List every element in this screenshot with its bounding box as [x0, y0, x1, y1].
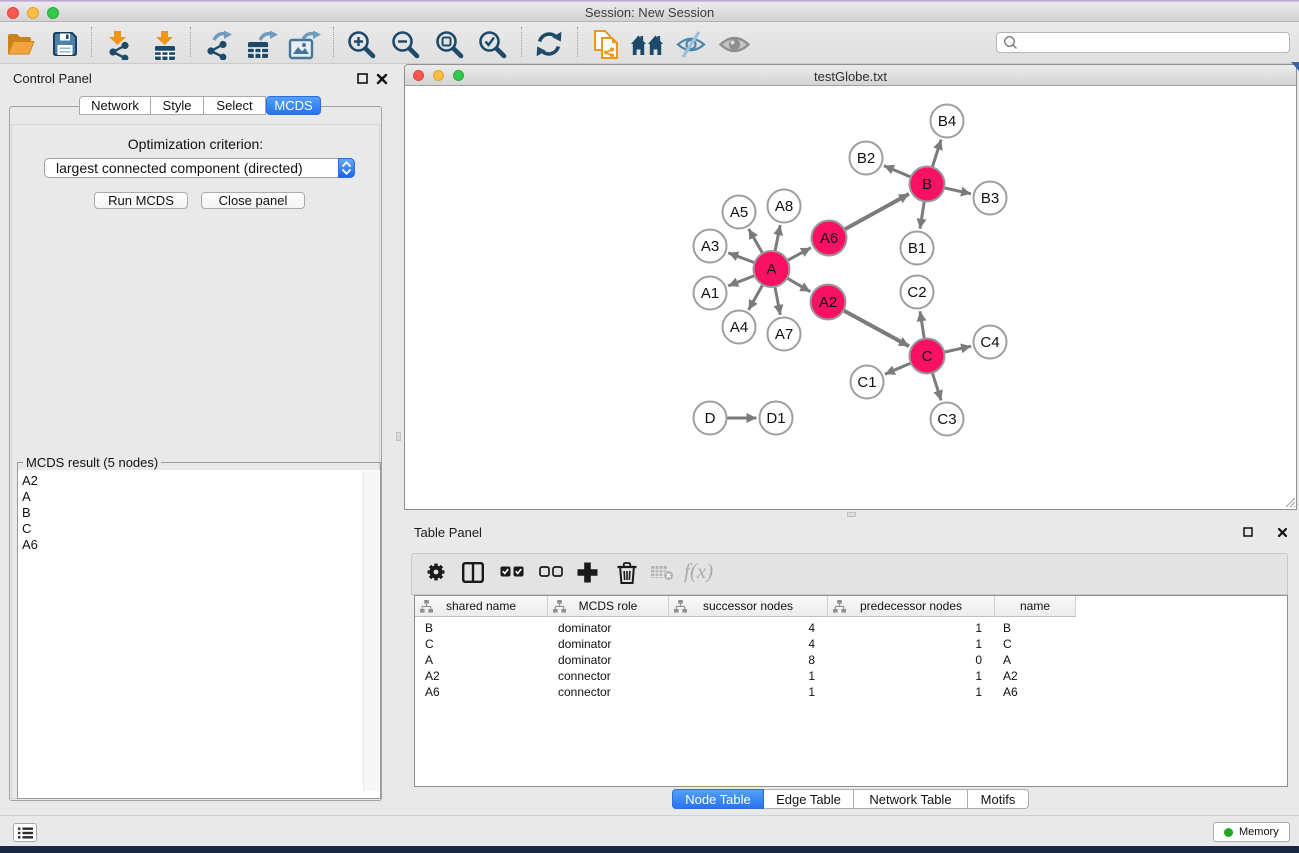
svg-text:A6: A6 — [820, 230, 838, 247]
svg-text:A3: A3 — [701, 238, 719, 255]
svg-text:A7: A7 — [775, 326, 793, 343]
svg-text:B1: B1 — [908, 240, 926, 257]
svg-text:C1: C1 — [857, 374, 876, 391]
svg-text:D: D — [705, 410, 716, 427]
svg-text:A: A — [766, 261, 776, 278]
svg-text:C3: C3 — [937, 411, 956, 428]
svg-text:B: B — [922, 176, 932, 193]
svg-text:A5: A5 — [730, 204, 748, 221]
svg-text:C2: C2 — [907, 284, 926, 301]
svg-text:A1: A1 — [701, 285, 719, 302]
svg-text:B3: B3 — [981, 190, 999, 207]
svg-text:A8: A8 — [775, 198, 793, 215]
svg-text:D1: D1 — [766, 410, 785, 427]
svg-text:B4: B4 — [938, 113, 956, 130]
svg-text:B2: B2 — [857, 150, 875, 167]
svg-text:A2: A2 — [819, 294, 837, 311]
svg-text:A4: A4 — [730, 319, 748, 336]
svg-text:C4: C4 — [980, 334, 999, 351]
svg-text:C: C — [922, 348, 933, 365]
